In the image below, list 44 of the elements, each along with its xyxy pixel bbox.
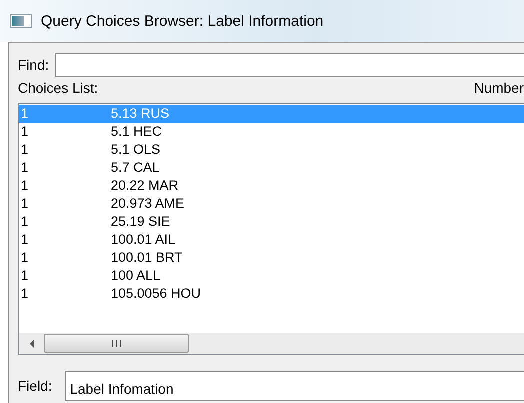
choice-text: 5.1 HEC	[111, 123, 162, 141]
choices-list-label: Choices List:	[18, 80, 98, 98]
choice-text: 25.19 SIE	[111, 213, 170, 231]
list-item[interactable]: 1 25.19 SIE	[19, 213, 524, 231]
list-item[interactable]: 1 100.01 BRT	[19, 249, 524, 267]
window-title: Query Choices Browser: Label Information	[41, 12, 324, 30]
choice-text: 5.7 CAL	[111, 159, 160, 177]
find-field[interactable]	[55, 53, 524, 77]
find-label: Find:	[18, 57, 50, 73]
choice-text: 5.1 OLS	[111, 141, 161, 159]
list-item[interactable]: 1 5.1 HEC	[19, 123, 524, 141]
list-item[interactable]: 1 20.22 MAR	[19, 177, 524, 195]
count-text: 1	[20, 177, 30, 195]
count-text: 1	[20, 249, 30, 267]
horizontal-scrollbar[interactable]	[19, 333, 524, 354]
choice-text: 100.01 BRT	[111, 249, 183, 267]
choice-text: 100.01 AIL	[111, 231, 176, 249]
list-item[interactable]: 1 5.7 CAL	[19, 159, 524, 177]
choice-text: 20.973 AME	[111, 195, 185, 213]
field-input[interactable]: Label Infomation	[65, 371, 524, 401]
list-item[interactable]: 1 105.0056 HOU	[19, 285, 524, 303]
choice-text: 20.22 MAR	[111, 177, 179, 195]
list-item[interactable]: 1 100.01 AIL	[19, 231, 524, 249]
choice-text: 105.0056 HOU	[111, 285, 202, 303]
window-icon	[10, 14, 32, 28]
grip-icon	[112, 340, 121, 347]
count-text: 1	[20, 159, 30, 177]
count-text: 1	[20, 105, 30, 123]
list-item[interactable]: 1 20.973 AME	[19, 195, 524, 213]
field-label: Field:	[18, 378, 52, 394]
count-text: 1	[20, 213, 30, 231]
count-text: 1	[20, 123, 30, 141]
column-label: Number	[474, 80, 524, 98]
choice-text: 5.13 RUS	[111, 105, 170, 123]
scroll-left-icon[interactable]	[29, 340, 35, 348]
count-text: 1	[20, 267, 30, 285]
count-text: 1	[20, 141, 30, 159]
count-text: 1	[20, 231, 30, 249]
choice-text: 100 ALL	[111, 267, 161, 285]
count-text: 1	[20, 285, 30, 303]
list-item[interactable]: 1 100 ALL	[19, 267, 524, 285]
scrollbar-thumb[interactable]	[44, 334, 189, 353]
list-item[interactable]: 1 5.1 OLS	[19, 141, 524, 159]
count-text: 1	[20, 195, 30, 213]
